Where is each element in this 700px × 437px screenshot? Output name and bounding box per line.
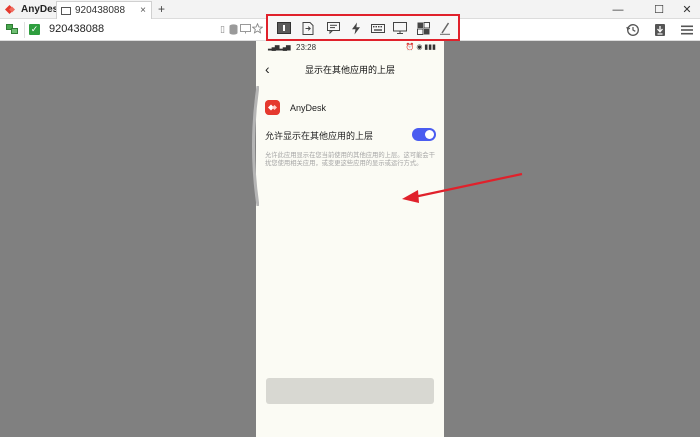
app-name-label: AnyDesk — [290, 103, 327, 113]
anydesk-logo-icon — [5, 5, 15, 14]
remote-id-field[interactable]: 920438088 — [49, 23, 104, 35]
connection-icon[interactable] — [6, 24, 18, 35]
permissions-icon — [416, 21, 430, 35]
database-icon — [229, 24, 238, 35]
navigation-bar — [266, 378, 434, 404]
phone-status-bar: ▂▄▆ ▂▄▆ 23:28 ⏰ ◉ ▮▮▮ — [266, 43, 436, 53]
actions-bolt-icon — [352, 22, 360, 34]
minimize-button[interactable]: — — [604, 1, 632, 18]
tab-session[interactable]: 920438088 × — [56, 1, 152, 19]
whiteboard-pen-icon — [440, 22, 450, 35]
small-indicator-icon: ▯ — [220, 24, 225, 34]
display-one-button[interactable] — [276, 21, 292, 35]
anydesk-app-icon — [265, 100, 280, 115]
toggle-knob — [425, 130, 434, 139]
overlay-permission-toggle[interactable] — [412, 128, 436, 141]
star-icon[interactable] — [252, 23, 263, 34]
permission-description: 允许此应用显示在您当前使用的其他应用的上层。这可能会干扰您使用相关应用，或变更这… — [265, 152, 436, 168]
remote-phone-screen[interactable]: ▂▄▆ ▂▄▆ 23:28 ⏰ ◉ ▮▮▮ ‹ 显示在其他应用的上层 AnyDe… — [256, 41, 444, 437]
actions-button[interactable] — [348, 21, 364, 35]
anydesk-window: AnyDesk 920438088 × + — ☐ ✕ ✓ 920438088 … — [0, 0, 700, 437]
chat-button[interactable] — [325, 21, 341, 35]
scroll-edge-curve — [252, 86, 259, 206]
tab-label: 920438088 — [75, 5, 126, 16]
tab-close-icon[interactable]: × — [140, 5, 146, 16]
keyboard-icon — [371, 23, 385, 33]
file-transfer-icon — [302, 21, 314, 35]
session-toolbar — [266, 14, 460, 41]
new-tab-button[interactable]: + — [158, 2, 165, 16]
permission-label: 允许显示在其他应用的上层 — [265, 131, 374, 141]
menu-icon[interactable] — [680, 23, 694, 37]
page-title: 显示在其他应用的上层 — [304, 65, 395, 75]
display-one-icon — [277, 22, 291, 34]
download-icon[interactable] — [653, 23, 667, 37]
verified-check-icon: ✓ — [29, 24, 40, 35]
divider — [24, 22, 25, 38]
status-icons: ⏰ ◉ ▮▮▮ — [405, 44, 436, 51]
display-settings-button[interactable] — [392, 21, 408, 35]
history-icon[interactable] — [626, 23, 640, 37]
maximize-button[interactable]: ☐ — [645, 1, 673, 18]
screen-share-icon — [240, 24, 251, 34]
status-time: 23:28 — [296, 43, 317, 52]
signal-icon: ▂▄▆ ▂▄▆ — [268, 45, 291, 51]
whiteboard-button[interactable] — [437, 21, 453, 35]
brand: AnyDesk — [4, 2, 64, 17]
chat-icon — [326, 22, 340, 34]
permissions-button[interactable] — [415, 21, 431, 35]
monitor-icon — [393, 22, 407, 34]
keyboard-button[interactable] — [370, 21, 386, 35]
close-button[interactable]: ✕ — [673, 1, 700, 18]
file-transfer-button[interactable] — [300, 21, 316, 35]
monitor-icon — [61, 6, 71, 15]
